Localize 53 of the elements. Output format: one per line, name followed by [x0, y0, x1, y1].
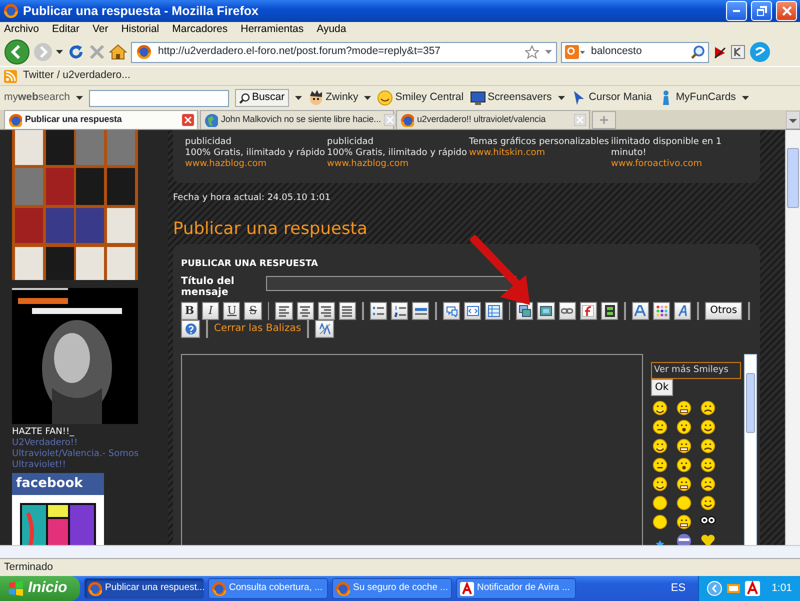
ad-link[interactable]: www.hazblog.com: [327, 159, 409, 170]
ad-text: Temas gráficos personalizables: [469, 137, 610, 148]
format-button[interactable]: S: [244, 302, 262, 320]
toolbar-link[interactable]: Screensavers: [488, 90, 552, 106]
browser-tab[interactable]: John Malkovich no se siente libre hacie...: [200, 110, 394, 129]
menu-item[interactable]: Historial: [121, 22, 160, 38]
fan-text: HAZTE FAN!!_: [12, 427, 74, 437]
language-indicator[interactable]: ES: [670, 580, 686, 597]
format-button[interactable]: I: [202, 302, 220, 320]
ad-text: minuto!: [611, 148, 648, 159]
window-title: Publicar una respuesta - Mozilla Firefox: [23, 2, 260, 20]
search-button[interactable]: Buscar: [234, 89, 289, 107]
bookmark-link[interactable]: Twitter / u2verdadero...: [23, 68, 130, 84]
form-heading: PUBLICAR UNA RESPUESTA: [181, 258, 319, 271]
taskbar-button[interactable]: Publicar una respuest...: [84, 578, 204, 599]
toolbar-link[interactable]: Cursor Mania: [588, 90, 652, 106]
ad-text: 100% Gratis, ilimitado y rápido: [185, 148, 326, 159]
search-toolbar-logo: mywebsearch: [4, 90, 70, 106]
menu-item[interactable]: Ayuda: [316, 22, 346, 38]
toolbar-link[interactable]: Zwinky: [326, 90, 358, 106]
taskbar-button[interactable]: Su seguro de coche ...: [332, 578, 452, 599]
ad-link[interactable]: www.hazblog.com: [185, 159, 267, 170]
toolbar-link[interactable]: Smiley Central: [395, 90, 464, 106]
search-field[interactable]: baloncesto: [561, 42, 709, 62]
ad-link[interactable]: www.foroactivo.com: [611, 159, 702, 170]
date-time-text: Fecha y hora actual: 24.05.10 1:01: [173, 192, 332, 205]
format-button[interactable]: U: [223, 302, 240, 320]
facebook-header: facebook: [12, 473, 104, 494]
menu-item[interactable]: Marcadores: [172, 22, 228, 38]
taskbar-button[interactable]: Notificador de Avira ...: [456, 578, 576, 599]
menu-item[interactable]: Herramientas: [240, 22, 304, 38]
ad-link[interactable]: www.hitskin.com: [469, 148, 546, 159]
browser-tab[interactable]: Publicar una respuesta: [4, 110, 198, 129]
subject-label: Título del mensaje: [181, 276, 236, 298]
format-button[interactable]: B: [181, 302, 198, 320]
more-button[interactable]: Otros: [705, 302, 742, 320]
clock-text: 1:01: [772, 580, 792, 596]
ad-text: ilimitado disponible en 1: [611, 137, 723, 148]
status-text: Terminado: [4, 560, 54, 575]
close-tags-link[interactable]: Cerrar las Balizas: [214, 321, 302, 336]
smiley-select[interactable]: Ver más Smileys: [651, 362, 741, 378]
address-field[interactable]: http://u2verdadero.el-foro.net/post.forum?mode=reply&t=357: [131, 42, 557, 62]
taskbar-button[interactable]: Consulta cobertura, ...: [208, 578, 328, 599]
menu-item[interactable]: Editar: [52, 22, 80, 38]
menu-item[interactable]: Archivo: [4, 22, 40, 38]
toolbar-link[interactable]: MyFunCards: [676, 90, 736, 106]
menu-item[interactable]: Ver: [92, 22, 108, 38]
ad-text: publicidad: [327, 137, 375, 148]
ad-text: 100% Gratis, ilimitado y rápido: [327, 148, 468, 159]
browser-tab[interactable]: u2verdadero!! ultraviolet/valencia: [396, 110, 590, 129]
ok-button[interactable]: Ok: [651, 378, 673, 396]
ad-text: publicidad: [185, 137, 233, 148]
page-title: Publicar una respuesta: [173, 218, 368, 240]
